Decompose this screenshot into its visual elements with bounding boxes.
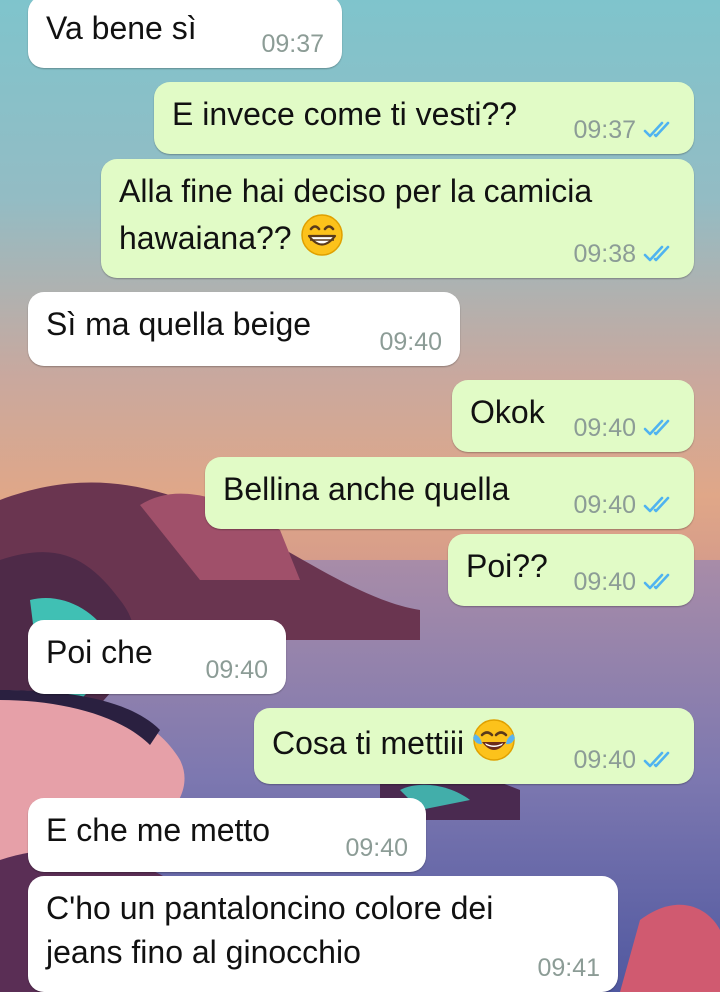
message-meta: 09:40 <box>205 656 268 684</box>
message-bubble-outgoing[interactable]: Alla fine hai deciso per la camicia hawa… <box>101 159 694 278</box>
message-bubble-outgoing[interactable]: E invece come ti vesti?? 09:37 <box>154 82 694 154</box>
face-with-tears-of-joy-icon <box>473 719 516 761</box>
read-receipt-icon <box>643 573 670 590</box>
message-time: 09:38 <box>573 240 636 268</box>
read-receipt-icon <box>643 245 670 262</box>
message-meta: 09:41 <box>537 954 600 982</box>
message-text: E invece come ti vesti?? <box>172 96 518 132</box>
message-text: C'ho un pantaloncino colore dei jeans fi… <box>46 890 494 970</box>
message-bubble-incoming[interactable]: Va bene sì 09:37 <box>28 0 342 68</box>
message-text: Bellina anche quella <box>223 471 510 507</box>
message-bubble-outgoing[interactable]: Bellina anche quella 09:40 <box>205 457 694 529</box>
message-bubble-incoming[interactable]: E che me metto 09:40 <box>28 798 426 872</box>
message-text: Okok <box>470 394 545 430</box>
read-receipt-icon <box>643 419 670 436</box>
message-text: Poi?? <box>466 548 548 584</box>
message-bubble-outgoing[interactable]: Cosa ti mettiii 09:40 <box>254 708 694 784</box>
message-time: 09:40 <box>573 491 636 519</box>
message-time: 09:40 <box>573 414 636 442</box>
grinning-face-with-smiling-eyes-icon <box>300 214 343 256</box>
read-receipt-icon <box>643 121 670 138</box>
read-receipt-icon <box>643 496 670 513</box>
message-text-content: Alla fine hai deciso per la camicia hawa… <box>119 173 593 256</box>
read-receipt-icon <box>643 751 670 768</box>
message-time: 09:40 <box>379 328 442 356</box>
message-text: E che me metto <box>46 812 271 848</box>
message-time: 09:40 <box>573 746 636 774</box>
chat-message-list[interactable]: Va bene sì 09:37 E invece come ti vesti?… <box>0 0 720 992</box>
message-time: 09:40 <box>205 656 268 684</box>
message-meta: 09:38 <box>573 240 676 268</box>
message-time: 09:40 <box>573 568 636 596</box>
message-text: Poi che <box>46 634 153 670</box>
message-bubble-incoming[interactable]: C'ho un pantaloncino colore dei jeans fi… <box>28 876 618 992</box>
message-meta: 09:40 <box>573 568 676 596</box>
message-bubble-outgoing[interactable]: Okok 09:40 <box>452 380 694 452</box>
message-text-content: Cosa ti mettiii <box>272 725 465 761</box>
message-text: Cosa ti mettiii <box>272 718 516 765</box>
message-text: Va bene sì <box>46 10 197 46</box>
message-meta: 09:40 <box>345 834 408 862</box>
message-meta: 09:37 <box>261 30 324 58</box>
message-time: 09:37 <box>573 116 636 144</box>
message-time: 09:37 <box>261 30 324 58</box>
message-bubble-outgoing[interactable]: Poi?? 09:40 <box>448 534 694 606</box>
message-time: 09:40 <box>345 834 408 862</box>
message-bubble-incoming[interactable]: Poi che 09:40 <box>28 620 286 694</box>
message-time: 09:41 <box>537 954 600 982</box>
message-meta: 09:40 <box>379 328 442 356</box>
message-meta: 09:40 <box>573 746 676 774</box>
message-meta: 09:37 <box>573 116 676 144</box>
message-meta: 09:40 <box>573 491 676 519</box>
message-text: Sì ma quella beige <box>46 306 312 342</box>
message-meta: 09:40 <box>573 414 676 442</box>
message-bubble-incoming[interactable]: Sì ma quella beige 09:40 <box>28 292 460 366</box>
